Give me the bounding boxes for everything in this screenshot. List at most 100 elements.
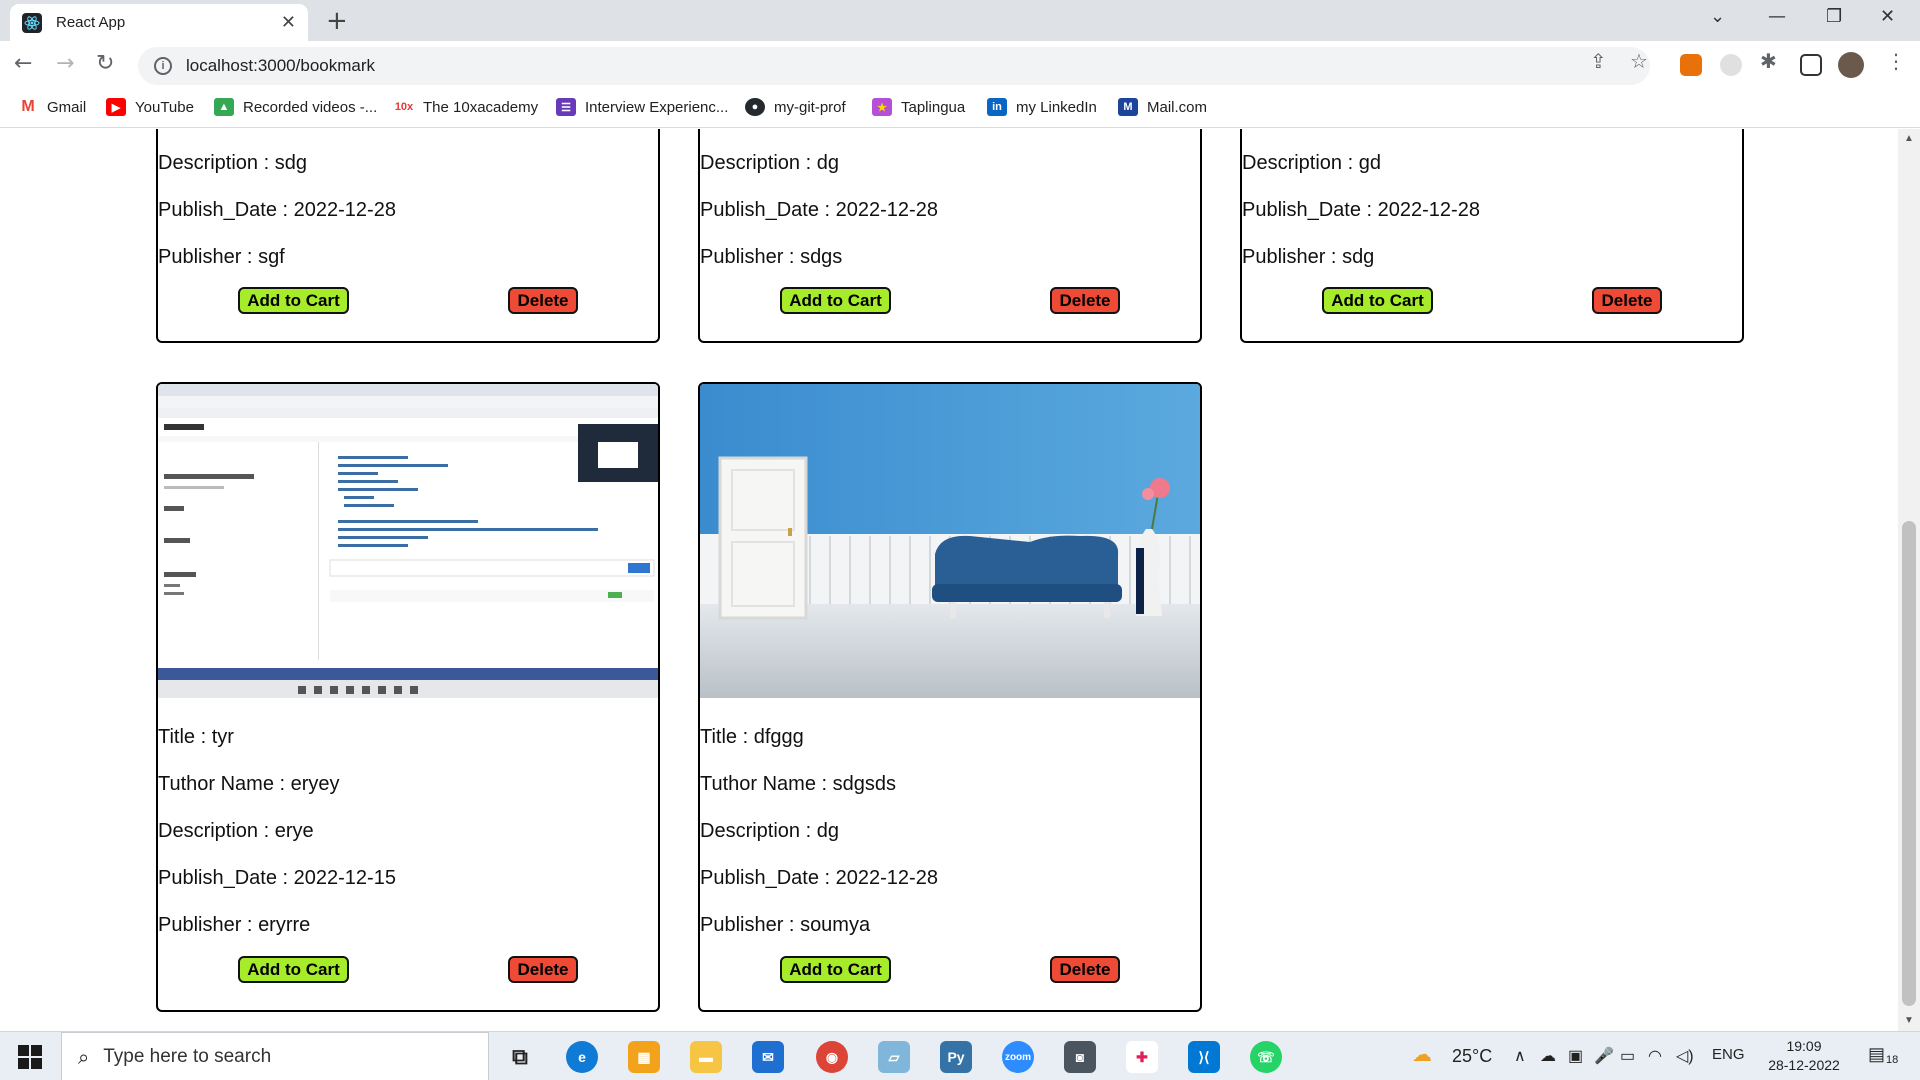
card-description: Description : erye [158,820,314,842]
vscode-icon[interactable]: ⟩⟨ [1188,1041,1220,1073]
store-icon[interactable]: ▦ [628,1041,660,1073]
card-publish-date: Publish_Date : 2022-12-15 [158,867,396,889]
extensions-puzzle-icon[interactable]: ✱ [1760,49,1777,73]
bookmark-git[interactable]: ● my-git-prof [745,98,846,116]
book-cover-image [700,384,1200,698]
minimize-icon[interactable]: — [1768,6,1786,27]
10x-icon: 10x [394,98,414,116]
task-view-icon[interactable]: ⧉ [504,1041,536,1073]
bookmark-label: YouTube [135,98,194,116]
bookmark-star-icon[interactable]: ☆ [1630,49,1648,73]
tab-search-icon[interactable]: ⌄ [1710,6,1725,27]
notification-count: 18 [1886,1054,1899,1066]
add-to-cart-button[interactable]: Add to Cart [1322,287,1433,314]
edge-icon[interactable]: e [566,1041,598,1073]
star-icon: ★ [872,98,892,116]
bookmark-youtube[interactable]: ▶ YouTube [106,98,194,116]
book-card: Description : sdg Publish_Date : 2022-12… [156,129,660,343]
bookmark-10xacademy[interactable]: 10x The 10xacademy [394,98,538,116]
clock-time: 19:09 [1786,1038,1822,1054]
form-icon: ☰ [556,98,576,116]
microphone-icon[interactable]: 🎤 [1594,1046,1614,1066]
bookmark-recorded-videos[interactable]: ▲ Recorded videos -... [214,98,377,116]
add-to-cart-button[interactable]: Add to Cart [780,287,891,314]
page-scrollbar[interactable]: ▲ ▼ [1898,129,1920,1031]
add-to-cart-button[interactable]: Add to Cart [780,956,891,983]
battery-icon[interactable]: ▭ [1620,1046,1635,1066]
side-panel-icon[interactable] [1800,54,1822,76]
volume-icon[interactable]: ◁) [1676,1046,1694,1066]
wifi-icon[interactable]: ◠ [1648,1046,1662,1066]
zoom-icon[interactable]: zoom [1002,1041,1034,1073]
avatar[interactable] [1838,52,1864,78]
forward-icon[interactable]: → [56,51,74,76]
language-indicator[interactable]: ENG [1712,1046,1745,1063]
card-publisher: Publisher : soumya [700,914,871,936]
onedrive-icon[interactable]: ☁ [1540,1046,1556,1066]
close-window-icon[interactable]: ✕ [1880,6,1895,27]
google-drive-icon: ▲ [214,98,234,116]
bookmark-mailcom[interactable]: M Mail.com [1118,98,1207,116]
delete-button[interactable]: Delete [1050,956,1120,983]
tray-chevron-icon[interactable]: ∧ [1514,1046,1526,1066]
windows-start-icon[interactable] [18,1045,42,1069]
whatsapp-icon[interactable]: ☏ [1250,1041,1282,1073]
browser-tab[interactable]: React App ✕ [10,4,308,41]
mail-icon[interactable]: ✉ [752,1041,784,1073]
address-bar[interactable]: i localhost:3000/bookmark [138,47,1650,85]
book-card: Title : dfggg Tuthor Name : sdgsds Descr… [698,382,1202,1012]
python-icon[interactable]: Py [940,1041,972,1073]
scroll-down-icon[interactable]: ▼ [1904,1015,1914,1026]
card-publish-date: Publish_Date : 2022-12-28 [700,199,938,221]
url-text: localhost:3000/bookmark [186,56,376,75]
menu-kebab-icon[interactable]: ⋮ [1886,49,1906,73]
camera-icon[interactable]: ◙ [1064,1041,1096,1073]
taskbar-clock[interactable]: 19:09 28-12-2022 [1758,1037,1850,1075]
scrollbar-thumb[interactable] [1902,521,1916,1006]
close-tab-icon[interactable]: ✕ [281,12,296,33]
card-description: Description : gd [1242,152,1381,174]
delete-button[interactable]: Delete [508,956,578,983]
card-publish-date: Publish_Date : 2022-12-28 [700,867,938,889]
windows-taskbar: ⌕ Type here to search ⧉ e ▦ ▬ ✉ ◉ ▱ Py z… [0,1031,1920,1080]
react-icon [22,12,42,33]
share-icon[interactable]: ⇪ [1590,49,1607,73]
add-to-cart-button[interactable]: Add to Cart [238,956,349,983]
add-to-cart-button[interactable]: Add to Cart [238,287,349,314]
book-card: Description : gd Publish_Date : 2022-12-… [1240,129,1744,343]
taskbar-search-input[interactable]: ⌕ Type here to search [61,1032,489,1080]
slack-icon[interactable]: ✚ [1126,1041,1158,1073]
notes-icon[interactable]: ▱ [878,1041,910,1073]
new-tab-icon[interactable]: + [326,6,348,36]
meet-icon[interactable]: ▣ [1568,1046,1583,1066]
search-icon: ⌕ [78,1044,90,1069]
restore-icon[interactable]: ❐ [1826,6,1842,27]
delete-button[interactable]: Delete [1592,287,1662,314]
site-info-icon[interactable]: i [154,57,172,75]
card-author: Tuthor Name : eryey [158,773,340,795]
extension-icon[interactable] [1680,54,1702,76]
card-publisher: Publisher : sdgs [700,246,843,268]
notification-icon[interactable]: ▤ [1868,1044,1885,1065]
delete-button[interactable]: Delete [1050,287,1120,314]
scroll-up-icon[interactable]: ▲ [1904,133,1914,144]
youtube-icon: ▶ [106,98,126,116]
extension-icon[interactable] [1720,54,1742,76]
bookmark-interview[interactable]: ☰ Interview Experienc... [556,98,728,116]
card-publisher: Publisher : sgf [158,246,285,268]
card-publisher: Publisher : eryrre [158,914,311,936]
card-publish-date: Publish_Date : 2022-12-28 [1242,199,1480,221]
bookmark-gmail[interactable]: M Gmail [18,98,86,116]
bookmark-taplingua[interactable]: ★ Taplingua [872,98,965,116]
bookmark-linkedin[interactable]: in my LinkedIn [987,98,1097,116]
gmail-icon: M [18,98,38,116]
file-explorer-icon[interactable]: ▬ [690,1041,722,1073]
delete-button[interactable]: Delete [508,287,578,314]
card-author: Tuthor Name : sdgsds [700,773,897,795]
card-description: Description : dg [700,820,839,842]
reload-icon[interactable]: ↻ [96,51,114,76]
github-icon: ● [745,98,765,116]
bookmark-label: Recorded videos -... [243,98,378,116]
back-icon[interactable]: ← [14,51,32,76]
chrome-icon[interactable]: ◉ [816,1041,848,1073]
